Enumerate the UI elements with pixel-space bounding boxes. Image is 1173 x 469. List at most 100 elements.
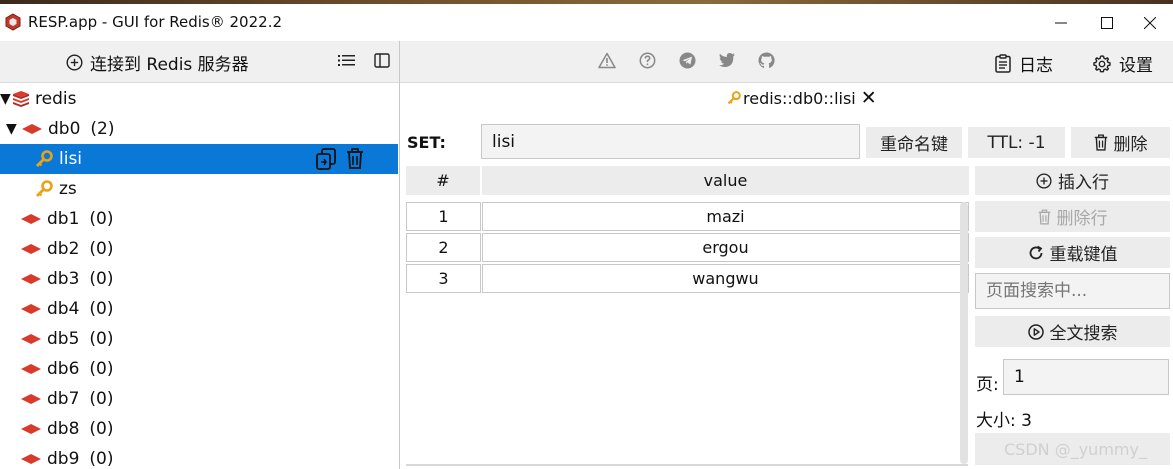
row-value-cell[interactable]: ergou [482,233,969,262]
column-header-index[interactable]: # [406,166,480,195]
main-toolbar: 日志 设置 [400,41,1173,83]
expand-arrow-icon[interactable]: ▼ [6,121,20,137]
fulltext-search-button[interactable]: 全文搜索 [975,316,1170,347]
tab-redis-db0-lisi[interactable]: redis::db0::lisi ✕ [727,86,877,110]
add-circle-icon [66,53,83,71]
tree-db-db4[interactable]: db4 (0) [0,294,398,324]
key-icon [36,180,53,197]
db-name: db9 [47,449,80,469]
connect-server-button[interactable]: 连接到 Redis 服务器 [66,50,249,75]
redis-server-icon [13,91,29,107]
add-circle-icon [1036,172,1052,189]
log-button[interactable]: 日志 [995,51,1053,76]
table-horizontal-scrollbar[interactable] [406,464,968,466]
column-header-value[interactable]: value [482,166,969,195]
tree-db-db6[interactable]: db6 (0) [0,354,398,384]
key-type-label: SET: [407,133,446,152]
db-name: db3 [47,269,80,289]
key-name: lisi [59,149,83,169]
tree-key-lisi[interactable]: lisi [0,144,398,174]
help-icon[interactable] [639,52,656,69]
row-index-cell[interactable]: 3 [406,264,481,293]
tree-db-db2[interactable]: db2 (0) [0,234,398,264]
trash-icon [1038,209,1050,225]
db-name: db1 [47,209,80,229]
tab-close-icon[interactable]: ✕ [861,88,877,108]
log-label: 日志 [1019,56,1053,76]
settings-label: 设置 [1119,56,1153,76]
reload-value-label: 重载键值 [1049,245,1118,265]
close-window-button[interactable] [1127,4,1173,41]
clipboard-icon [995,54,1011,73]
insert-row-label: 插入行 [1058,173,1109,193]
app-logo-icon [5,13,21,31]
gear-icon [1093,54,1111,72]
rename-key-label: 重命名键 [880,135,948,155]
size-info: 大小: 3 [976,411,1032,431]
tree-db-db1[interactable]: db1 (0) [0,204,398,234]
row-index-cell[interactable]: 1 [406,202,481,231]
reload-value-button[interactable]: 重载键值 [975,237,1170,268]
table-scrollbar[interactable] [960,202,968,464]
ttl-button[interactable]: TTL: -1 [968,127,1065,158]
database-icon [21,424,41,434]
key-name-input[interactable] [481,124,860,159]
database-icon [21,334,41,344]
minimize-button[interactable] [1038,4,1084,41]
page-number-input[interactable] [1003,359,1169,395]
twitter-icon[interactable] [718,52,736,68]
trash-icon[interactable] [346,148,364,169]
db-key-count: (2) [90,119,115,139]
tree-db-db7[interactable]: db7 (0) [0,384,398,414]
tree-db-db0[interactable]: ▼ db0 (2) [0,114,398,144]
telegram-icon[interactable] [679,52,696,69]
row-value-cell[interactable]: wangwu [482,264,969,293]
db-name: db8 [47,419,80,439]
db-key-count: (0) [89,299,114,319]
copy-icon[interactable] [316,148,336,170]
list-icon[interactable] [338,53,355,68]
key-row-actions [316,148,364,170]
tree-db-db8[interactable]: db8 (0) [0,414,398,444]
tree-db-db3[interactable]: db3 (0) [0,264,398,294]
delete-key-label: 删除 [1113,135,1148,155]
database-icon [21,364,41,374]
minimize-icon [1055,22,1067,23]
refresh-icon [1029,245,1042,259]
tree-db-db9[interactable]: db9 (0) [0,444,398,469]
database-icon [21,214,41,224]
db-name: db0 [48,119,81,139]
row-value-cell[interactable]: mazi [482,202,969,231]
row-index-cell[interactable]: 2 [406,233,481,262]
db-name: db5 [47,329,80,349]
close-icon [1144,16,1156,29]
db-key-count: (0) [89,269,114,289]
rename-key-button[interactable]: 重命名键 [866,127,962,158]
db-key-count: (0) [89,389,114,409]
db-name: db7 [47,389,80,409]
delete-row-button[interactable]: 删除行 [975,201,1170,232]
title-bar: RESP.app - GUI for Redis® 2022.2 [0,4,1173,41]
settings-button[interactable]: 设置 [1093,51,1153,76]
delete-row-label: 删除行 [1056,209,1108,229]
database-icon [22,124,42,134]
warning-icon[interactable] [598,52,616,69]
panel-divider[interactable] [399,41,400,469]
db-name: db6 [47,359,80,379]
key-name: zs [59,179,77,199]
trash-icon [1094,134,1107,151]
db-key-count: (0) [89,359,114,379]
insert-row-button[interactable]: 插入行 [975,166,1170,195]
page-label: 页: [976,375,999,395]
db-name: db2 [47,239,80,259]
maximize-button[interactable] [1084,4,1130,41]
delete-key-button[interactable]: 删除 [1071,127,1170,158]
database-icon [21,244,41,254]
split-view-icon[interactable] [374,53,390,68]
connections-toolbar: 连接到 Redis 服务器 [0,41,400,83]
tree-db-db5[interactable]: db5 (0) [0,324,398,354]
tree-key-zs[interactable]: zs [0,174,398,204]
tree-server-redis[interactable]: ▼ redis [0,84,398,114]
github-icon[interactable] [758,52,775,69]
page-search-input[interactable] [975,273,1170,309]
